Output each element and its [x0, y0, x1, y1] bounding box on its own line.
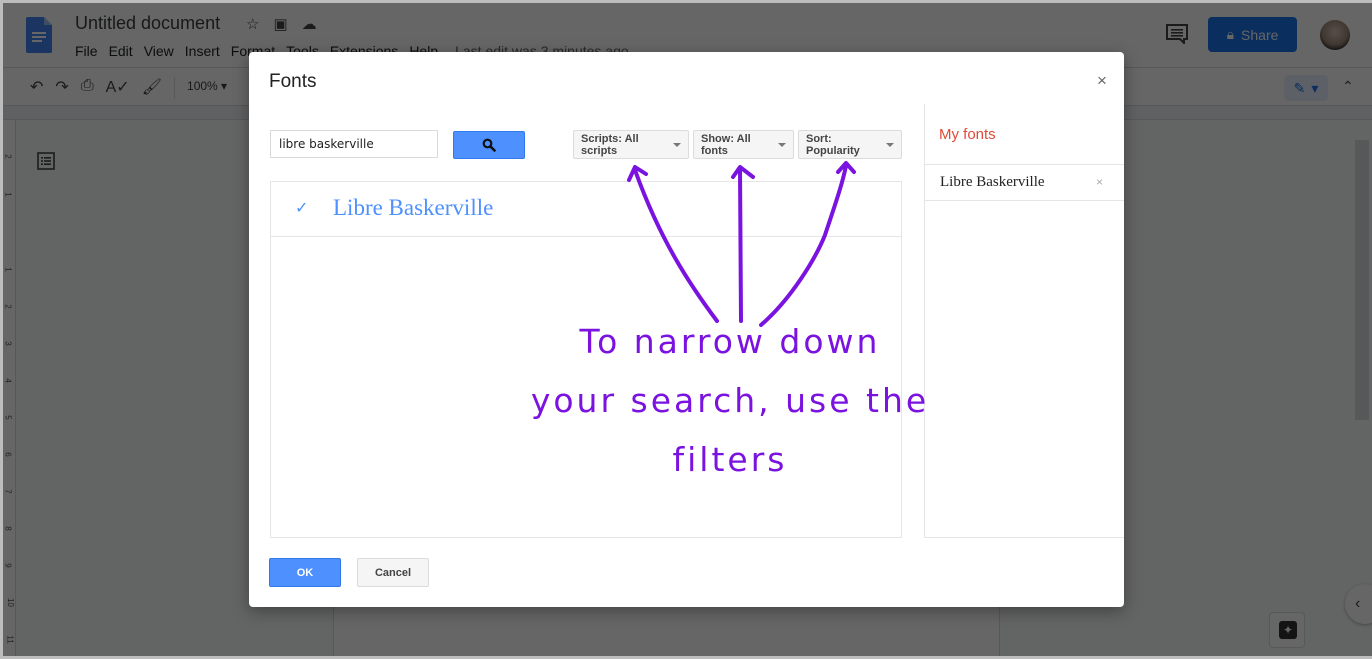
search-button[interactable]: [453, 131, 525, 159]
my-font-item[interactable]: Libre Baskerville ×: [925, 164, 1124, 201]
font-result-name: Libre Baskerville: [333, 195, 494, 220]
cancel-button[interactable]: Cancel: [357, 558, 429, 587]
search-icon: [482, 138, 496, 152]
annotation-line: your search, use the: [530, 381, 930, 420]
show-filter-dropdown[interactable]: Show: All fonts: [693, 130, 794, 159]
dropdown-caret-icon: [886, 142, 894, 147]
sort-filter-label: Sort: Popularity: [806, 132, 860, 157]
ok-button[interactable]: OK: [269, 558, 341, 587]
checkmark-icon: ✓: [295, 200, 309, 217]
annotation-text: To narrow down your search, use the filt…: [530, 312, 930, 489]
scripts-filter-label: Scripts: All scripts: [581, 132, 639, 157]
dialog-title: Fonts: [269, 71, 317, 92]
annotation-line: To narrow down: [579, 322, 881, 361]
font-result-item[interactable]: ✓ Libre Baskerville: [271, 182, 901, 237]
annotation-line: filters: [672, 440, 788, 479]
font-search-input[interactable]: [270, 130, 438, 158]
my-font-name: Libre Baskerville: [940, 174, 1045, 190]
sort-filter-dropdown[interactable]: Sort: Popularity: [798, 130, 902, 159]
scripts-filter-dropdown[interactable]: Scripts: All scripts: [573, 130, 689, 159]
window-frame: [0, 0, 1372, 3]
remove-font-close-icon[interactable]: ×: [1096, 175, 1103, 189]
show-filter-label: Show: All fonts: [701, 132, 751, 157]
dropdown-caret-icon: [673, 142, 681, 147]
close-icon[interactable]: ×: [1097, 71, 1107, 91]
window-frame: [0, 0, 3, 659]
my-fonts-title: My fonts: [939, 126, 996, 143]
dropdown-caret-icon: [778, 142, 786, 147]
